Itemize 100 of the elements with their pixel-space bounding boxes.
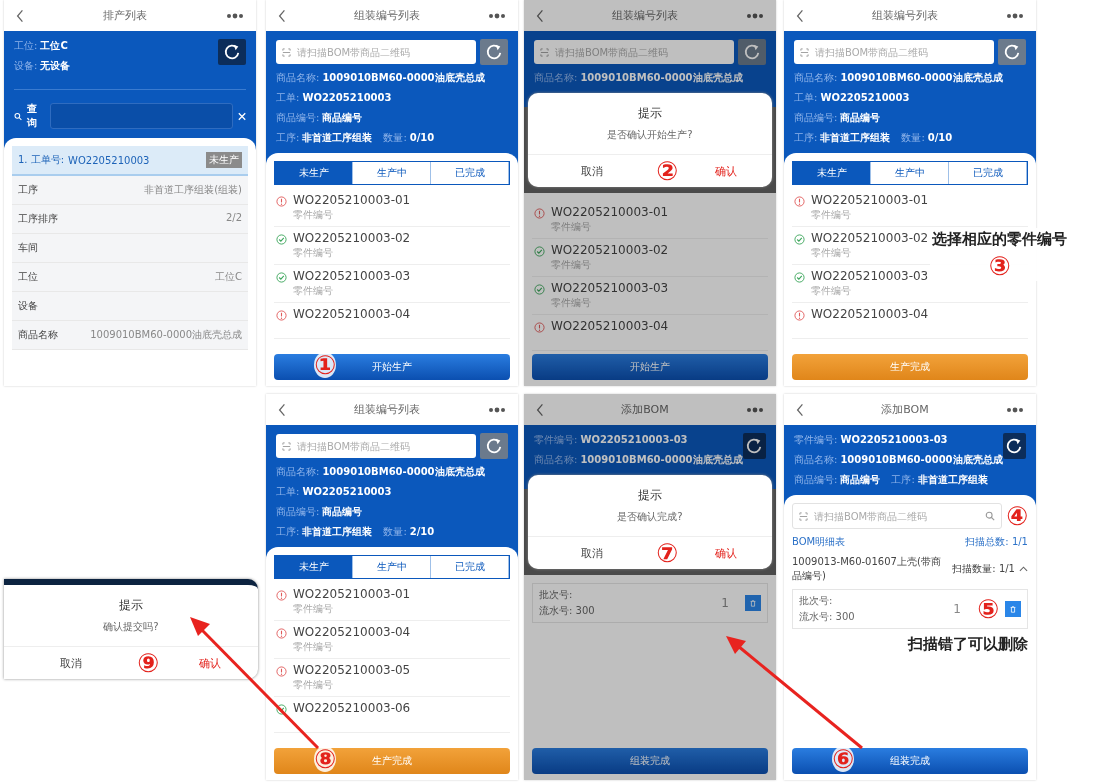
part-number[interactable]: WO2205210003-04 [293,625,411,639]
field-label: 商品名称: [276,71,320,85]
confirm-button[interactable]: 确认 [161,647,258,679]
field-label: 零件编号: [534,433,578,447]
more-icon[interactable] [488,12,506,19]
part-number[interactable]: WO2205210003-03 [811,269,929,283]
refresh-button[interactable] [218,39,246,65]
scan-field[interactable]: 请扫描BOM带商品二维码 [792,503,1002,529]
order-number: WO2205210003 [68,154,150,166]
field-value: 非首道工序组装 [302,131,373,145]
back-icon[interactable] [796,402,804,417]
scan-input[interactable]: 请扫描BOM带商品二维码 [295,45,470,59]
quantity-value: 1 [953,602,961,616]
annotation-text: 选择相应的零件编号 [932,230,1067,249]
action-button[interactable]: 组装完成 [532,748,768,774]
field-label: 工序: [794,131,818,145]
screen-title: 排产列表 [103,8,147,23]
cancel-button[interactable]: 取消 [4,647,137,679]
close-icon[interactable] [237,111,246,121]
search-field[interactable] [49,103,233,129]
field-value: 商品编号 [322,111,363,125]
row-label: 工位 [18,270,38,284]
screen-title: 组装编号列表 [354,402,420,417]
confirm-button[interactable]: 确认 [680,537,772,569]
back-icon[interactable] [278,402,286,417]
scan-field[interactable]: 请扫描BOM带商品二维码 [794,40,994,64]
field-label: 工单: [794,91,818,105]
dialog-title: 提示 [638,487,662,504]
part-number[interactable]: WO2205210003-01 [811,193,929,207]
part-number[interactable]: WO2205210003-02 [811,231,929,245]
scan-input[interactable]: 请扫描BOM带商品二维码 [812,509,981,523]
part-number[interactable]: WO2205210003-03 [551,281,669,295]
scan-input[interactable]: 请扫描BOM带商品二维码 [295,439,470,453]
back-icon[interactable] [796,8,804,23]
refresh-button[interactable] [1002,433,1026,459]
field-value: 非首道工序组装 [820,131,891,145]
field-label: 商品编号: [794,111,838,125]
more-icon[interactable] [746,12,764,19]
screen-title: 组装编号列表 [354,8,420,23]
scan-field[interactable]: 请扫描BOM带商品二维码 [276,40,476,64]
field-label: 设备: [14,59,38,73]
more-icon[interactable] [226,12,244,19]
field-value: 1009010BM60-0000油底壳总成 [840,453,1003,467]
cancel-button[interactable]: 取消 [528,155,656,187]
part-number[interactable]: WO2205210003-02 [551,243,669,257]
cancel-button[interactable]: 取消 [528,537,656,569]
scan-icon [800,47,809,57]
scan-input[interactable]: 请扫描BOM带商品二维码 [813,45,988,59]
search-icon[interactable] [985,511,995,521]
more-icon[interactable] [1006,406,1024,413]
part-number[interactable]: WO2205210003-01 [293,193,411,207]
field-label: 零件编号: [794,433,838,447]
part-number[interactable]: WO2205210003-04 [811,307,929,321]
row-label: 设备 [18,299,38,313]
field-value: WO2205210003-03 [580,434,688,445]
search-icon [14,111,23,121]
more-icon[interactable] [1006,12,1024,19]
status-tab[interactable]: 未生产 [793,162,871,184]
more-icon[interactable] [488,406,506,413]
back-icon[interactable] [536,8,544,23]
status-tab[interactable]: 未生产 [275,556,353,578]
confirm-button[interactable]: 确认 [680,155,772,187]
status-tab[interactable]: 未生产 [275,162,353,184]
part-number[interactable]: WO2205210003-04 [551,319,669,333]
status-badge: 未生产 [206,152,242,168]
dialog-message: 是否确认完成? [617,510,683,524]
refresh-button[interactable] [742,433,766,459]
order-card[interactable]: 1. 工单号: WO2205210003 未生产 工序 非首道工序组装(组装) 工序排序 2/2 车间 工位 工位C 设备 商品名称 1009010BM60-0000油底壳总成 [12,146,248,350]
part-number[interactable]: WO2205210003-03 [293,269,411,283]
field-value: 工位C [40,39,68,53]
action-button[interactable]: 开始生产 [532,354,768,380]
part-number[interactable]: WO2205210003-01 [293,587,411,601]
delete-button[interactable] [1005,601,1021,617]
field-label: 商品名称: [276,465,320,479]
more-icon[interactable] [746,406,764,413]
batch-info: 流水号: 300 [799,610,856,624]
field-value: WO2205210003-03 [840,434,948,445]
chevron-icon[interactable] [1019,566,1028,572]
refresh-icon [743,43,761,61]
back-icon[interactable] [278,8,286,23]
field-value: 2/10 [409,526,435,537]
field-label: 工序: [276,525,300,539]
scan-icon [799,511,808,521]
field-value: 1009010BM60-0000油底壳总成 [322,465,485,479]
scan-count: 扫描数量: 1/1 [952,562,1015,576]
back-icon[interactable] [536,402,544,417]
part-number[interactable]: WO2205210003-04 [293,307,411,321]
scan-field[interactable]: 请扫描BOM带商品二维码 [276,434,476,458]
dialog-message: 确认提交吗? [103,620,159,634]
part-number[interactable]: WO2205210003-05 [293,663,411,677]
part-name: 1009013-M60-01607上壳(带商品编号) [792,555,942,583]
part-number[interactable]: WO2205210003-02 [293,231,411,245]
row-value: 非首道工序组装(组装) [144,183,242,197]
field-label: 商品名称: [534,71,578,85]
part-number[interactable]: WO2205210003-01 [551,205,669,219]
field-label: 数量: [383,525,407,539]
part-number[interactable]: WO2205210003-06 [293,701,411,715]
back-icon[interactable] [16,8,24,23]
field-value: 1009010BM60-0000油底壳总成 [322,71,485,85]
step-marker: ② [656,158,678,184]
